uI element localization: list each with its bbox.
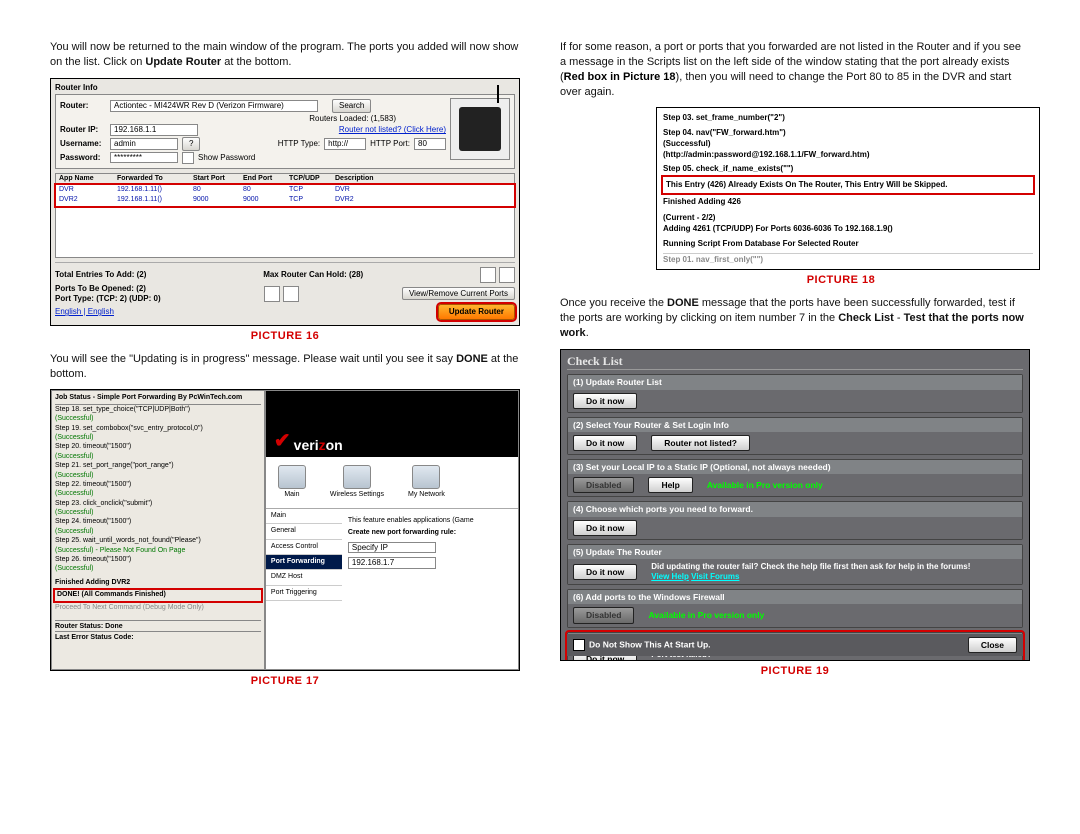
caption-17: PICTURE 17: [50, 675, 520, 687]
router-not-listed-link[interactable]: Router not listed? (Click Here): [339, 125, 446, 135]
view-ports-button[interactable]: View/Remove Current Ports: [402, 287, 515, 301]
script-step: (Successful): [55, 490, 261, 498]
menu-dmz[interactable]: DMZ Host: [266, 570, 342, 585]
do-it-now-button[interactable]: Do it now: [573, 393, 637, 409]
language-link[interactable]: English | English: [55, 307, 114, 317]
do-it-now-button[interactable]: Do it now: [573, 435, 637, 451]
pro-note: Available in Pro version only: [707, 480, 823, 490]
script-step: Step 22. timeout("1500"): [55, 481, 261, 489]
table-row[interactable]: DVR 192.168.1.11() 80 80 TCP DVR: [56, 185, 514, 195]
para-left-1: You will now be returned to the main win…: [50, 40, 520, 70]
router-select[interactable]: Actiontec - MI424WR Rev D (Verizon Firmw…: [110, 100, 318, 112]
tool-icon[interactable]: [283, 286, 299, 302]
checklist-item-4: (4) Choose which ports you need to forwa…: [567, 501, 1023, 539]
menu-trigger[interactable]: Port Triggering: [266, 586, 342, 601]
script-step: (Successful): [55, 434, 261, 442]
picture-16: Router Info Router: Actiontec - MI424WR …: [50, 78, 520, 326]
ip-input[interactable]: 192.168.1.7: [348, 557, 436, 569]
do-it-now-button[interactable]: Do it now: [573, 520, 637, 536]
help-icon[interactable]: ?: [182, 137, 200, 151]
startup-checkbox[interactable]: [573, 639, 585, 651]
update-router-button[interactable]: Update Router: [438, 304, 515, 320]
para-right-1: If for some reason, a port or ports that…: [560, 40, 1030, 99]
router-image: [450, 98, 510, 160]
picture-18: Step 03. set_frame_number("2") Step 04. …: [656, 107, 1040, 270]
nav-network[interactable]: My Network: [408, 465, 445, 499]
forums-link[interactable]: Visit Forums: [691, 572, 739, 581]
script-step: (Successful) - Please Not Found On Page: [55, 547, 261, 555]
script-step: (Successful): [55, 565, 261, 573]
script-step: Step 23. click_onclick("submit"): [55, 500, 261, 508]
menu-main[interactable]: Main: [266, 509, 342, 524]
job-status-title: Job Status - Simple Port Forwarding By P…: [55, 394, 261, 404]
router-ip-input[interactable]: 192.168.1.1: [110, 124, 198, 136]
help-link[interactable]: View Help: [651, 572, 689, 581]
routers-loaded: Routers Loaded: (1,583): [309, 114, 396, 124]
para-left-2: You will see the "Updating is in progres…: [50, 352, 520, 382]
checklist-item-6: (6) Add ports to the Windows FirewallDis…: [567, 589, 1023, 627]
checklist-item-3: (3) Set your Local IP to a Static IP (Op…: [567, 459, 1023, 497]
menu-access[interactable]: Access Control: [266, 540, 342, 555]
script-step: (Successful): [55, 528, 261, 536]
verizon-check-icon: ✔: [274, 429, 291, 453]
close-button[interactable]: Close: [968, 637, 1017, 653]
checklist-item-2: (2) Select Your Router & Set Login InfoD…: [567, 417, 1023, 455]
checklist-item-1: (1) Update Router ListDo it now: [567, 374, 1023, 412]
checklist-title: Check List: [567, 354, 1023, 370]
tool-icon[interactable]: [264, 286, 280, 302]
show-password-checkbox[interactable]: [182, 152, 194, 164]
password-input[interactable]: *********: [110, 152, 178, 164]
para-right-2: Once you receive the DONE message that t…: [560, 296, 1030, 341]
table-row[interactable]: DVR2 192.168.1.11() 9000 9000 TCP DVR2: [56, 195, 514, 205]
disabled-button: Disabled: [573, 477, 634, 493]
search-button[interactable]: Search: [332, 99, 371, 113]
menu-portfwd[interactable]: Port Forwarding: [266, 555, 342, 570]
help-button[interactable]: Help: [648, 477, 692, 493]
pro-note: Available in Pro version only: [648, 610, 764, 620]
script-step: (Successful): [55, 509, 261, 517]
caption-16: PICTURE 16: [50, 330, 520, 342]
status-icon[interactable]: [499, 267, 515, 283]
script-step: (Successful): [55, 415, 261, 423]
script-step: Step 24. timeout("1500"): [55, 518, 261, 526]
username-input[interactable]: admin: [110, 138, 178, 150]
caption-19: PICTURE 19: [560, 665, 1030, 677]
picture-17: Job Status - Simple Port Forwarding By P…: [50, 389, 520, 671]
script-step: Step 26. timeout("1500"): [55, 556, 261, 564]
specify-ip-select[interactable]: Specify IP: [348, 542, 436, 554]
script-step: Step 25. wait_until_words_not_found("Ple…: [55, 537, 261, 545]
caption-18: PICTURE 18: [656, 274, 1026, 286]
script-step: Step 20. timeout("1500"): [55, 443, 261, 451]
disabled-button: Disabled: [573, 607, 634, 623]
script-step: (Successful): [55, 453, 261, 461]
checklist-item-5: (5) Update The RouterDo it nowDid updati…: [567, 544, 1023, 585]
router-not-listed-button[interactable]: Router not listed?: [651, 435, 750, 451]
http-type-select[interactable]: http://: [324, 138, 366, 150]
menu-general[interactable]: General: [266, 524, 342, 539]
feature-desc: This feature enables applications (Game: [348, 517, 512, 525]
help-link[interactable]: Click Here For Help: [651, 659, 725, 661]
do-it-now-button[interactable]: Do it now: [573, 564, 637, 580]
script-step: Step 19. set_combobox("svc_entry_protoco…: [55, 425, 261, 433]
script-step: (Successful): [55, 472, 261, 480]
nav-wireless[interactable]: Wireless Settings: [330, 465, 384, 499]
add-icon[interactable]: [480, 267, 496, 283]
http-port-input[interactable]: 80: [414, 138, 446, 150]
script-step: Step 18. set_type_choice("TCP|UDP|Both"): [55, 406, 261, 414]
picture-19: Check List (1) Update Router ListDo it n…: [560, 349, 1030, 661]
nav-main[interactable]: Main: [278, 465, 306, 499]
script-step: Step 21. set_port_range("port_range"): [55, 462, 261, 470]
